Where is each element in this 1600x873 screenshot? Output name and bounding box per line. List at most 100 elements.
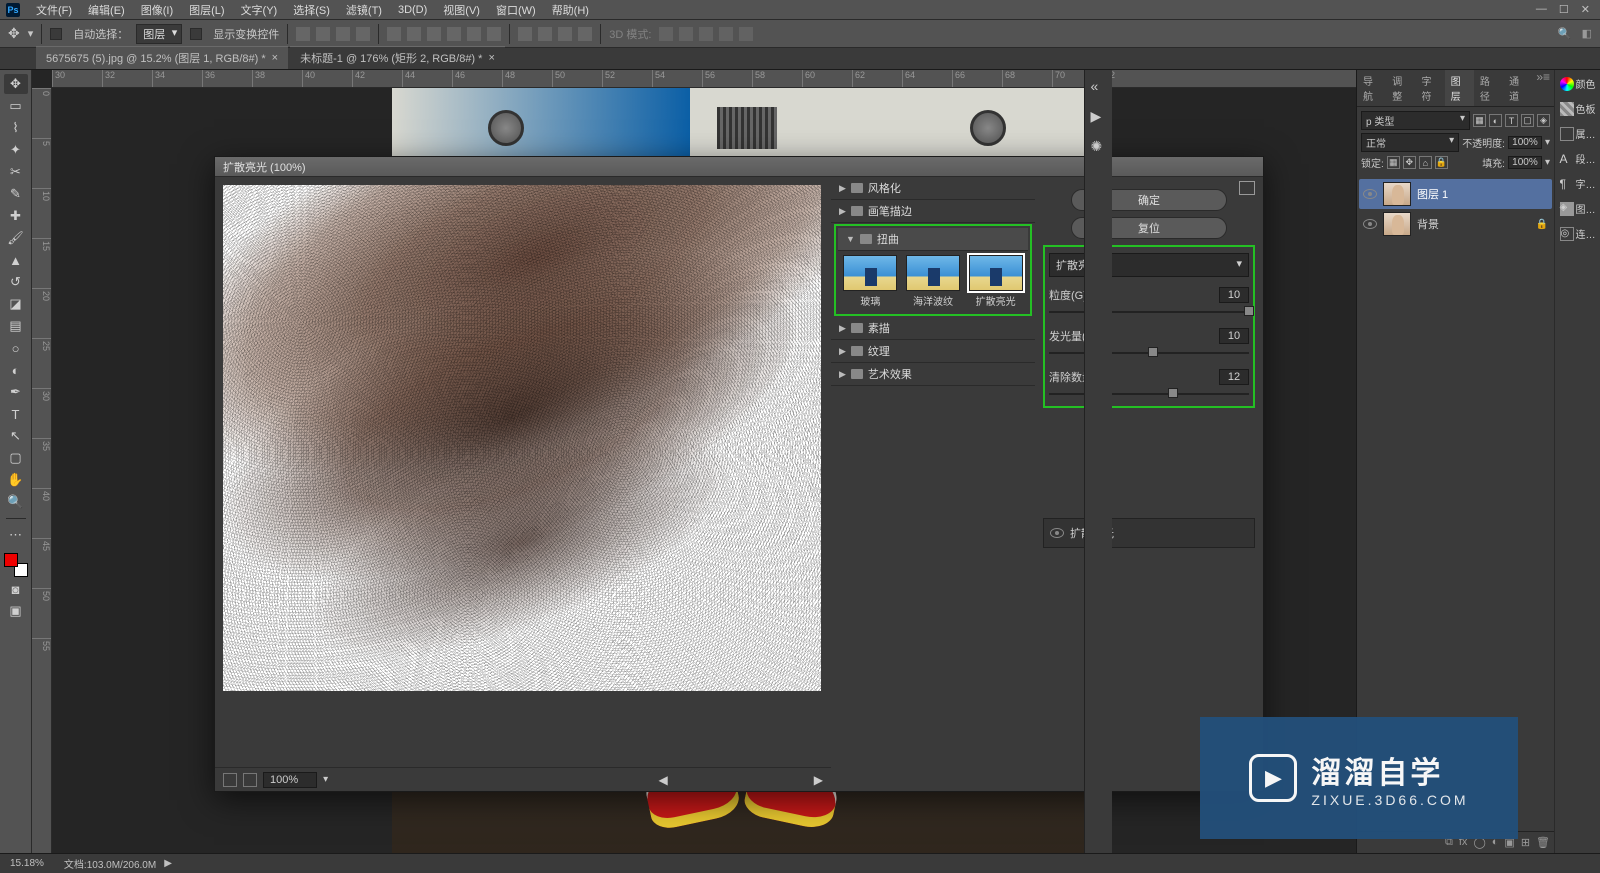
color-swatches[interactable] xyxy=(4,553,28,577)
zoom-tool[interactable]: 🔍 xyxy=(4,492,28,512)
new-layer-icon[interactable]: ⊞ xyxy=(1521,836,1530,849)
close-tab-icon[interactable]: × xyxy=(272,52,278,64)
arrange-icon[interactable] xyxy=(558,27,572,41)
crop-tool[interactable]: ✂ xyxy=(4,162,28,182)
lock-all-icon[interactable]: 🔒 xyxy=(1435,156,1448,169)
properties-panel-toggle[interactable]: 属… xyxy=(1560,126,1596,141)
path-tool[interactable]: ↖ xyxy=(4,426,28,446)
stamp-tool[interactable]: ▲ xyxy=(4,250,28,270)
delete-icon[interactable]: 🗑 xyxy=(1536,836,1550,849)
layer-thumbnail[interactable] xyxy=(1383,182,1411,206)
layer-row[interactable]: 图层 1 xyxy=(1359,179,1552,209)
layer-thumbnail[interactable] xyxy=(1383,212,1411,236)
filter-group[interactable]: ▶风格化 xyxy=(831,177,1035,200)
close-tab-icon[interactable]: × xyxy=(488,52,494,64)
filter-thumb-ocean[interactable]: 海洋波纹 xyxy=(903,255,964,308)
gradient-tool[interactable]: ▤ xyxy=(4,316,28,336)
search-icon[interactable]: 🔍 xyxy=(1558,27,1572,40)
clear-slider[interactable] xyxy=(1049,388,1249,400)
fit-icon[interactable] xyxy=(223,773,237,787)
menu-filter[interactable]: 滤镜(T) xyxy=(338,2,390,18)
lasso-tool[interactable]: ⌇ xyxy=(4,118,28,138)
shape-tool[interactable]: ▢ xyxy=(4,448,28,468)
blend-mode-select[interactable]: 正常▾ xyxy=(1361,133,1459,152)
align-icon[interactable] xyxy=(316,27,330,41)
distribute-icon[interactable] xyxy=(407,27,421,41)
wand-tool[interactable]: ✦ xyxy=(4,140,28,160)
minimize-icon[interactable]: — xyxy=(1536,3,1547,16)
auto-select-target[interactable]: 图层 xyxy=(136,24,182,44)
filter-adjust-icon[interactable]: ◐ xyxy=(1489,114,1502,127)
actions-icon[interactable]: ▶ xyxy=(1091,108,1107,124)
eyedropper-tool[interactable]: ✎ xyxy=(4,184,28,204)
filter-shape-icon[interactable]: ▢ xyxy=(1521,114,1534,127)
panel-tab[interactable]: 导航 xyxy=(1357,70,1386,106)
show-transform-checkbox[interactable] xyxy=(190,28,202,40)
graininess-slider[interactable] xyxy=(1049,306,1249,318)
type-tool[interactable]: T xyxy=(4,404,28,424)
eraser-tool[interactable]: ◪ xyxy=(4,294,28,314)
menu-file[interactable]: 文件(F) xyxy=(28,2,80,18)
menu-layer[interactable]: 图层(L) xyxy=(181,2,232,18)
brush-tool[interactable]: 🖌 xyxy=(4,228,28,248)
layers-panel-toggle[interactable]: ◈图… xyxy=(1560,201,1596,216)
align-icon[interactable] xyxy=(336,27,350,41)
filter-group[interactable]: ▶画笔描边 xyxy=(831,200,1035,223)
distribute-icon[interactable] xyxy=(467,27,481,41)
menu-view[interactable]: 视图(V) xyxy=(435,2,488,18)
document-tab[interactable]: 5675675 (5).jpg @ 15.2% (图层 1, RGB/8#) *… xyxy=(36,46,288,69)
zoom-level[interactable]: 15.18% xyxy=(10,858,44,869)
filter-pixel-icon[interactable]: ▦ xyxy=(1473,114,1486,127)
filter-type-icon[interactable]: T xyxy=(1505,114,1518,127)
visibility-icon[interactable] xyxy=(1050,528,1064,538)
lock-position-icon[interactable]: ✥ xyxy=(1403,156,1416,169)
filter-thumb-glass[interactable]: 玻璃 xyxy=(840,255,901,308)
history-icon[interactable]: « xyxy=(1091,78,1107,94)
glow-slider[interactable] xyxy=(1049,347,1249,359)
distribute-icon[interactable] xyxy=(427,27,441,41)
pen-tool[interactable]: ✒ xyxy=(4,382,28,402)
clear-input[interactable] xyxy=(1219,369,1249,385)
filter-group[interactable]: ▶艺术效果 xyxy=(831,363,1035,386)
layer-row[interactable]: 背景 🔒 xyxy=(1359,209,1552,239)
filter-thumb-diffuse-glow[interactable]: 扩散亮光 xyxy=(965,255,1026,308)
libraries-panel-toggle[interactable]: ◎连… xyxy=(1560,226,1596,241)
prev-arrow-icon[interactable]: ◀ xyxy=(659,773,668,787)
fill-input[interactable]: 100% xyxy=(1508,156,1542,169)
mask-mode-icon[interactable]: ◙ xyxy=(4,579,28,599)
fill-icon[interactable] xyxy=(243,773,257,787)
arrange-icon[interactable] xyxy=(538,27,552,41)
panel-menu-icon[interactable]: »≡ xyxy=(1532,70,1554,106)
document-size[interactable]: 文档:103.0M/206.0M xyxy=(64,856,156,871)
filter-group[interactable]: ▶纹理 xyxy=(831,340,1035,363)
glow-input[interactable] xyxy=(1219,328,1249,344)
light-icon[interactable]: ✺ xyxy=(1091,138,1107,154)
filter-smart-icon[interactable]: ◈ xyxy=(1537,114,1550,127)
document-tab[interactable]: 未标题-1 @ 176% (矩形 2, RGB/8#) *× xyxy=(290,46,505,69)
character-panel-toggle[interactable]: A段… xyxy=(1560,151,1596,166)
edit-toolbar-icon[interactable]: ⋯ xyxy=(4,525,28,545)
panel-tab[interactable]: 通道 xyxy=(1503,70,1532,106)
preview-zoom[interactable]: 100% xyxy=(263,772,317,788)
effect-select[interactable]: 扩散亮光▾ xyxy=(1049,253,1249,277)
filter-group-distort[interactable]: ▼扭曲 xyxy=(838,228,1028,251)
swatches-panel-toggle[interactable]: 色板 xyxy=(1560,101,1596,116)
panel-tab[interactable]: 路径 xyxy=(1474,70,1503,106)
arrange-icon[interactable] xyxy=(518,27,532,41)
preview-canvas[interactable] xyxy=(223,185,821,691)
menu-image[interactable]: 图像(I) xyxy=(133,2,181,18)
screen-mode-icon[interactable]: ▣ xyxy=(4,601,28,621)
lock-pixels-icon[interactable]: ▦ xyxy=(1387,156,1400,169)
color-panel-toggle[interactable]: 颜色 xyxy=(1560,76,1596,91)
panel-tab-layers[interactable]: 图层 xyxy=(1445,70,1474,106)
move-tool[interactable]: ✥ xyxy=(4,74,28,94)
menu-type[interactable]: 文字(Y) xyxy=(233,2,286,18)
arrange-icon[interactable] xyxy=(578,27,592,41)
heal-tool[interactable]: ✚ xyxy=(4,206,28,226)
history-brush-tool[interactable]: ↺ xyxy=(4,272,28,292)
hand-tool[interactable]: ✋ xyxy=(4,470,28,490)
menu-window[interactable]: 窗口(W) xyxy=(488,2,544,18)
layer-filter-kind[interactable]: p 类型▾ xyxy=(1361,111,1470,130)
effect-stack-item[interactable]: 扩散亮光 xyxy=(1048,523,1250,543)
graininess-input[interactable] xyxy=(1219,287,1249,303)
